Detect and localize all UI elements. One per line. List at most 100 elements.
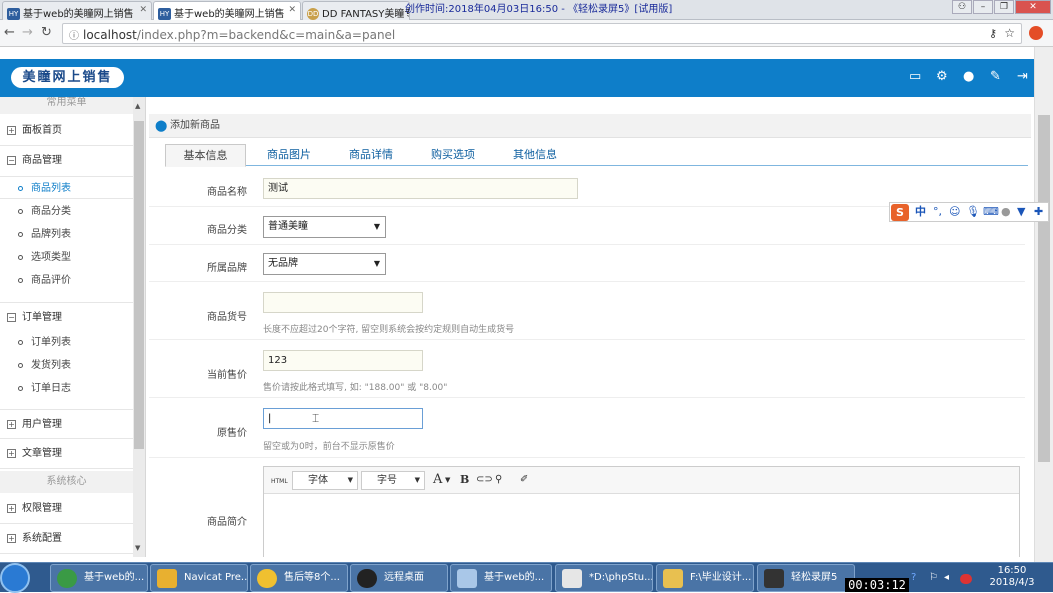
sidebar-scrollbar[interactable]: ▲ ▼ (133, 97, 145, 557)
font-family-dropdown[interactable]: 字体 ▼ (292, 471, 358, 490)
sidebar-item-label: 文章管理 (22, 448, 62, 459)
sidebar-item-articles[interactable]: + 文章管理 (0, 439, 133, 469)
logo[interactable]: 美瞳网上销售 (11, 67, 124, 88)
start-button[interactable] (0, 563, 30, 593)
close-icon[interactable]: ✕ (288, 5, 296, 15)
user-icon[interactable]: ● (1001, 203, 1011, 221)
tab-goods-images[interactable]: 商品图片 (248, 144, 330, 166)
goods-name-input[interactable]: 测试 (263, 178, 578, 199)
close-icon[interactable]: ✕ (139, 5, 147, 15)
tools-icon[interactable]: ✚ (1034, 203, 1043, 221)
chevron-down-icon[interactable]: ▼ (445, 472, 450, 488)
system-clock[interactable]: 16:50 2018/4/3 (977, 565, 1047, 589)
category-select-value: 普通美瞳 (268, 221, 308, 232)
sidebar-item-label: 用户管理 (22, 419, 62, 430)
sogou-logo-icon[interactable]: S (891, 204, 909, 221)
sidebar-subitem-brand-list[interactable]: 品牌列表 (0, 223, 133, 246)
eraser-icon[interactable]: ✐ (520, 472, 528, 488)
forward-icon[interactable]: → (22, 25, 33, 41)
link-icon[interactable]: ⊂⊃ (476, 472, 493, 488)
sidebar-item-orders[interactable]: − 订单管理 (0, 302, 133, 332)
taskbar-item-remote-desktop[interactable]: 远程桌面 (350, 564, 448, 592)
sku-input[interactable] (263, 292, 423, 313)
taskbar-item-recorder[interactable]: 轻松录屏5 (757, 564, 855, 592)
original-price-input[interactable]: | ⌶ (263, 408, 423, 429)
taskbar-item-web-project[interactable]: 基于web的... (450, 564, 552, 592)
sidebar-subitem-order-list[interactable]: 订单列表 (0, 331, 133, 354)
sidebar-item-goods[interactable]: − 商品管理 (0, 146, 133, 176)
window-close-icon[interactable]: ✕ (1015, 0, 1051, 14)
restore-icon[interactable]: ❐ (994, 0, 1014, 14)
taskbar-item-label: 基于web的... (484, 572, 545, 583)
sidebar-item-users[interactable]: + 用户管理 (0, 409, 133, 439)
ime-mode-toggle[interactable]: 中 (915, 203, 926, 221)
taskbar-item-label: F:\毕业设计... (690, 572, 752, 583)
sidebar-subitem-option-type[interactable]: 选项类型 (0, 246, 133, 269)
taskbar-item-phpstorm[interactable]: *D:\phpStu... (555, 564, 653, 592)
html-source-button[interactable]: HTML (271, 474, 288, 490)
star-icon[interactable]: ☆ (1004, 26, 1015, 40)
sidebar-subitem-goods-list[interactable]: 商品列表 (0, 176, 133, 199)
brand-select[interactable]: 无品牌 ▼ (263, 253, 386, 275)
user-icon[interactable]: ● (963, 70, 974, 84)
scrollbar-thumb[interactable] (134, 121, 144, 449)
font-size-dropdown[interactable]: 字号 ▼ (361, 471, 425, 490)
reload-icon[interactable]: ↻ (41, 25, 52, 41)
microphone-icon[interactable]: 🎙 (966, 203, 980, 221)
sidebar-section-core: 系统核心 (0, 471, 133, 493)
chrome-icon (57, 569, 77, 588)
tab-other-info[interactable]: 其他信息 (494, 144, 576, 166)
sidebar-subitem-goods-review[interactable]: 商品评价 (0, 269, 133, 292)
tab-basic-info[interactable]: 基本信息 (165, 144, 246, 167)
sidebar-subitem-goods-category[interactable]: 商品分类 (0, 200, 133, 223)
gear-icon[interactable]: ⚙ (936, 70, 948, 84)
price-input[interactable]: 123 (263, 350, 423, 371)
taskbar-item-navicat[interactable]: Navicat Pre... (150, 564, 248, 592)
keyboard-icon[interactable]: ⌨ (983, 203, 999, 221)
back-icon[interactable]: ← (4, 25, 15, 41)
bullet-icon (18, 232, 23, 237)
browser-tab-title: 基于web的美瞳网上销售 (174, 9, 285, 20)
category-select[interactable]: 普通美瞳 ▼ (263, 216, 386, 238)
punctuation-icon[interactable]: °, (933, 203, 942, 221)
unlink-icon[interactable]: ⚲ (495, 472, 502, 488)
page-scrollbar[interactable] (1034, 47, 1053, 562)
expand-icon: + (7, 126, 16, 135)
taskbar-item-label: 轻松录屏5 (791, 572, 838, 583)
extension-icon[interactable] (1029, 26, 1043, 40)
user-icon[interactable]: ⚇ (952, 0, 972, 14)
taskbar-item-label: 基于web的... (84, 572, 145, 583)
sidebar-item-home[interactable]: + 面板首页 (0, 116, 133, 146)
taskbar-item-chrome[interactable]: 基于web的... (50, 564, 148, 592)
sidebar-item-label: 权限管理 (22, 503, 62, 514)
minimize-icon[interactable]: – (973, 0, 993, 14)
emoji-icon[interactable]: ☺ (949, 203, 960, 221)
browser-tab-3[interactable]: DDDD FANTASY美瞳专网 (302, 1, 410, 20)
bold-button[interactable]: B (460, 472, 469, 488)
sidebar-subitem-order-log[interactable]: 订单日志 (0, 377, 133, 400)
brush-icon[interactable]: ✎ (990, 70, 1001, 84)
help-icon[interactable]: ? (911, 572, 916, 583)
taskbar-item-qq-group[interactable]: 售后等8个... (250, 564, 348, 592)
antivirus-icon[interactable] (960, 574, 972, 584)
browser-tab-1[interactable]: HY 基于web的美瞳网上销售 ✕ (2, 1, 152, 20)
taskbar-item-folder[interactable]: F:\毕业设计... (656, 564, 754, 592)
text-color-button[interactable]: A (433, 472, 442, 488)
volume-icon[interactable]: ◂ (944, 572, 949, 583)
sidebar-item-permissions[interactable]: + 权限管理 (0, 494, 133, 524)
skin-icon[interactable]: ▼ (1017, 203, 1025, 221)
tab-purchase-options[interactable]: 购买选项 (412, 144, 494, 166)
sidebar-item-settings[interactable]: + 系统配置 (0, 524, 133, 554)
sidebar-subitem-shipping-list[interactable]: 发货列表 (0, 354, 133, 377)
scroll-up-icon[interactable]: ▲ (135, 102, 140, 110)
browser-tab-2[interactable]: HY 基于web的美瞳网上销售 ✕ (153, 1, 301, 20)
network-icon[interactable]: ⚐ (929, 572, 938, 583)
url-input[interactable]: ⓘ localhost/index.php?m=backend&c=main&a=… (62, 23, 1022, 44)
scroll-down-icon[interactable]: ▼ (135, 544, 140, 552)
dropdown-arrow-icon: ▼ (414, 476, 420, 484)
scrollbar-thumb[interactable] (1038, 115, 1050, 462)
logout-icon[interactable]: ⇥ (1017, 70, 1028, 84)
key-icon[interactable]: ⚷ (989, 27, 997, 40)
tab-goods-details[interactable]: 商品详情 (330, 144, 412, 166)
monitor-icon[interactable]: ▭ (909, 70, 921, 84)
